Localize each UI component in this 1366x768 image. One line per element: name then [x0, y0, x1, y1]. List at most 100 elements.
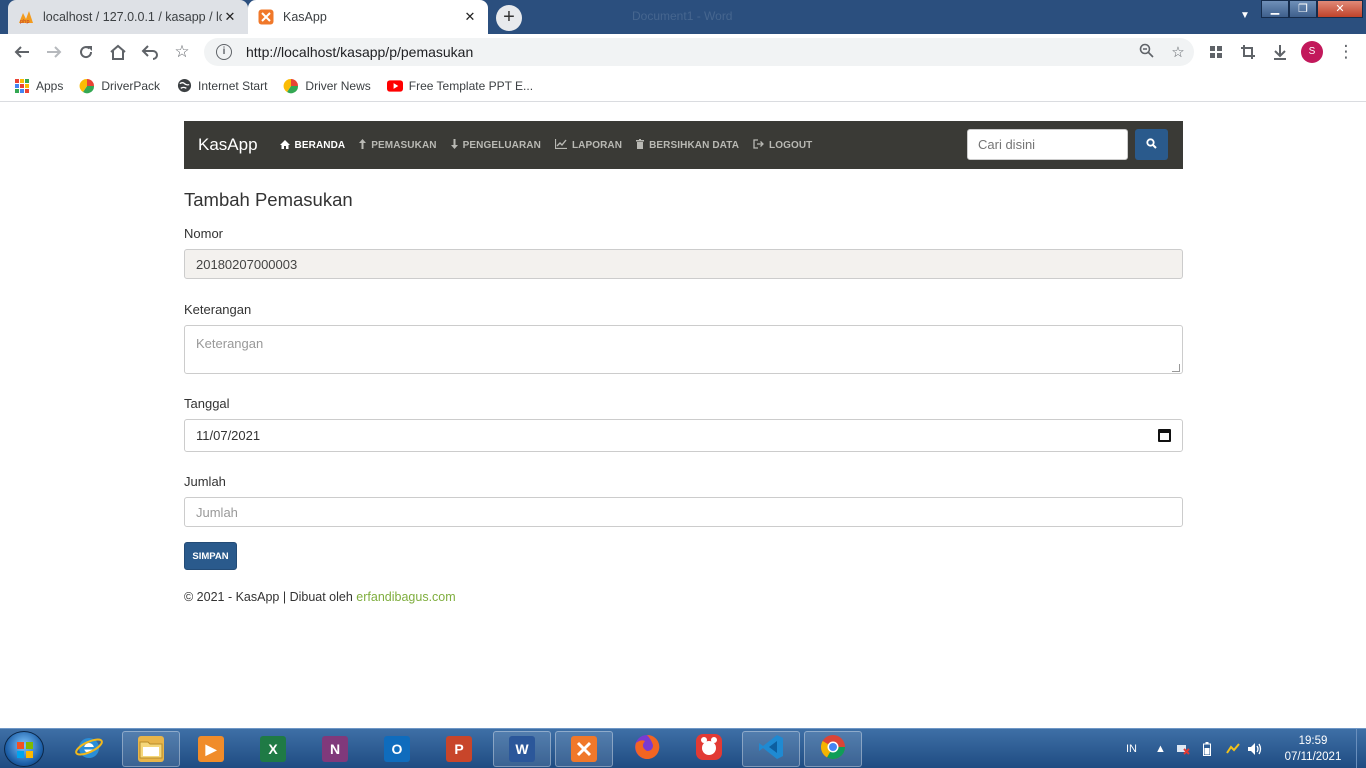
taskbar-app[interactable]: [680, 731, 738, 767]
page-container: KasApp BERANDA PEMASUKAN PENGELUARAN LAP…: [184, 121, 1183, 604]
home-icon: [279, 139, 290, 151]
show-hidden-icons-icon[interactable]: ▲: [1155, 729, 1166, 768]
xampp-icon: [571, 736, 597, 762]
nav-bersihkan-data[interactable]: BERSIHKAN DATA: [636, 139, 739, 151]
background-window-title: Document1 - Word: [632, 9, 733, 23]
onenote-icon: N: [322, 736, 348, 762]
bookmark-driver-news[interactable]: Driver News: [283, 78, 371, 94]
back-arrow-icon[interactable]: [10, 40, 34, 64]
field-keterangan: Keterangan Keterangan: [184, 302, 1183, 374]
taskbar-app[interactable]: X: [244, 731, 302, 767]
arrow-down-icon: [450, 139, 458, 151]
navbar-brand[interactable]: KasApp: [184, 135, 258, 155]
taskbar-app[interactable]: N: [306, 731, 364, 767]
clock-date: 07/11/2021: [1284, 751, 1342, 763]
search-icon: [1146, 136, 1157, 154]
nox-player-icon: [695, 733, 723, 766]
tab-phpmyadmin[interactable]: php localhost / 127.0.0.1 / kasapp / lo …: [8, 0, 248, 34]
nav-logout[interactable]: LOGOUT: [753, 139, 812, 151]
bookmark-label: DriverPack: [101, 78, 161, 93]
bookmark-internet-start[interactable]: Internet Start: [176, 78, 267, 94]
tanggal-value: 11/07/2021: [196, 428, 261, 443]
zoom-icon[interactable]: [1130, 43, 1162, 62]
nav-laporan[interactable]: LAPORAN: [554, 139, 622, 151]
url-text: http://localhost/kasapp/p/pemasukan: [246, 44, 474, 60]
taskbar-app[interactable]: [122, 731, 180, 767]
home-icon[interactable]: [106, 40, 130, 64]
taskbar-app[interactable]: [804, 731, 862, 767]
taskbar-app[interactable]: ▶: [182, 731, 240, 767]
close-tab-icon[interactable]: ✕: [222, 9, 238, 25]
field-tanggal: Tanggal 11/07/2021: [184, 396, 1183, 452]
battery-icon[interactable]: [1203, 729, 1211, 768]
calendar-icon[interactable]: [1158, 429, 1171, 442]
search-button[interactable]: [1135, 129, 1168, 160]
close-window-button[interactable]: ✕: [1317, 0, 1363, 18]
taskbar-app[interactable]: O: [368, 731, 426, 767]
language-indicator[interactable]: IN: [1126, 729, 1137, 768]
site-info-icon[interactable]: i: [216, 44, 232, 60]
taskbar-app[interactable]: [618, 731, 676, 767]
taskbar-app[interactable]: P: [430, 731, 488, 767]
star-icon[interactable]: ☆: [1162, 43, 1194, 61]
footer-author-link[interactable]: erfandibagus.com: [356, 590, 455, 604]
profile-avatar[interactable]: S: [1301, 41, 1323, 63]
jumlah-placeholder: Jumlah: [196, 504, 238, 520]
word-icon: W: [509, 736, 535, 762]
taskbar-app[interactable]: W: [493, 731, 551, 767]
bookmark-apps[interactable]: Apps: [14, 78, 63, 94]
download-icon[interactable]: [1268, 40, 1292, 64]
show-desktop-button[interactable]: [1356, 729, 1366, 768]
app-navbar: KasApp BERANDA PEMASUKAN PENGELUARAN LAP…: [184, 121, 1183, 169]
youtube-icon: [386, 78, 403, 94]
nomor-input[interactable]: 20180207000003: [184, 249, 1183, 279]
crop-icon[interactable]: [1236, 40, 1260, 64]
restore-button[interactable]: ❐: [1289, 0, 1317, 18]
extensions-icon[interactable]: [1204, 40, 1228, 64]
nav-pengeluaran[interactable]: PENGELUARAN: [450, 139, 541, 151]
nav-pemasukan[interactable]: PEMASUKAN: [359, 139, 437, 151]
reload-icon[interactable]: [74, 40, 98, 64]
search-input[interactable]: [967, 129, 1128, 160]
address-bar[interactable]: i http://localhost/kasapp/p/pemasukan ☆: [204, 38, 1194, 66]
logout-icon: [753, 139, 764, 151]
powerpoint-icon: P: [446, 736, 472, 762]
excel-icon: X: [260, 736, 286, 762]
nomor-label: Nomor: [184, 226, 224, 241]
simpan-button[interactable]: SIMPAN: [184, 542, 237, 570]
tab-kasapp[interactable]: KasApp ✕: [248, 0, 488, 34]
nav-beranda[interactable]: BERANDA: [279, 139, 346, 151]
forward-arrow-icon[interactable]: [42, 40, 66, 64]
close-tab-icon[interactable]: ✕: [462, 9, 478, 25]
taskbar-clock[interactable]: 19:59 07/11/2021: [1280, 733, 1346, 765]
nav-label: LOGOUT: [769, 139, 813, 151]
network-icon[interactable]: [1176, 729, 1190, 768]
taskbar-app[interactable]: [742, 731, 800, 767]
keterangan-textarea[interactable]: Keterangan: [184, 325, 1183, 374]
volume-icon[interactable]: [1247, 729, 1263, 768]
taskbar-internet-explorer[interactable]: [60, 731, 118, 767]
minimize-button[interactable]: ▁: [1261, 0, 1289, 18]
start-button[interactable]: [4, 731, 44, 767]
taskbar-app[interactable]: [555, 731, 613, 767]
power-flag-icon[interactable]: [1225, 729, 1241, 768]
globe-icon: [176, 78, 192, 94]
apps-grid-icon: [14, 78, 30, 94]
menu-kebab-icon[interactable]: ⋮: [1334, 40, 1358, 64]
trash-icon: [636, 139, 645, 151]
outlook-icon: O: [384, 736, 410, 762]
tab-search-icon[interactable]: ▼: [1240, 10, 1250, 21]
tanggal-date-input[interactable]: 11/07/2021: [184, 419, 1183, 452]
clock-time: 19:59: [1298, 735, 1328, 747]
nav-label: PENGELUARAN: [462, 139, 541, 151]
tanggal-label: Tanggal: [184, 396, 230, 411]
tab-title: localhost / 127.0.0.1 / kasapp / lo: [43, 10, 222, 24]
bookmark-driverpack[interactable]: DriverPack: [79, 78, 160, 94]
new-tab-button[interactable]: +: [496, 5, 522, 31]
bookmark-free-template[interactable]: Free Template PPT E...: [386, 78, 533, 94]
jumlah-input[interactable]: Jumlah: [184, 497, 1183, 527]
resize-handle-icon[interactable]: [1172, 364, 1180, 372]
bookmark-star-icon[interactable]: ☆: [170, 40, 194, 64]
chrome-icon: [819, 733, 847, 766]
undo-icon[interactable]: [138, 40, 162, 64]
